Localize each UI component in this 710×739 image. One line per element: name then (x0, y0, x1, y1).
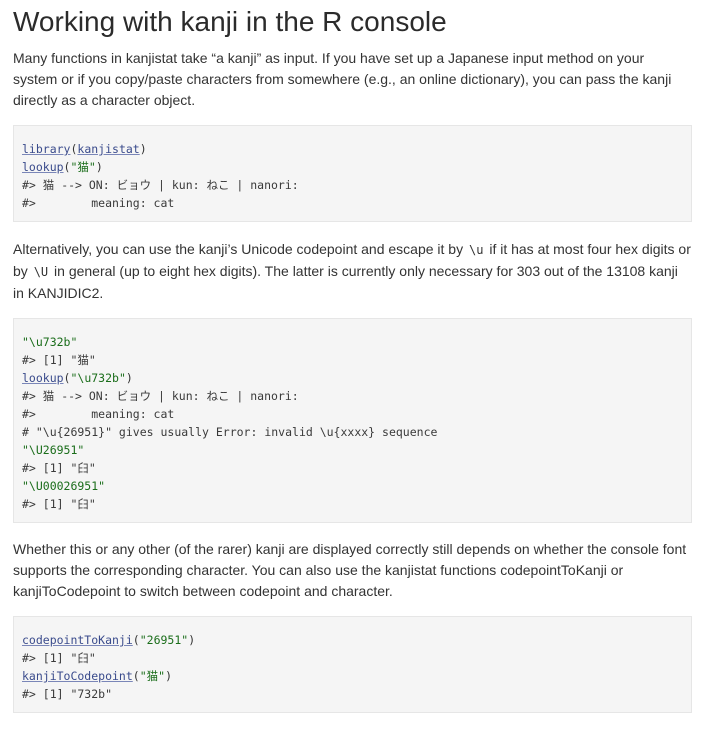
code-output-line: #> 猫 --> ON: ビョウ | kun: ねこ | nanori: (22, 389, 299, 403)
page-title: Working with kanji in the R console (13, 6, 447, 37)
paren-close: ) (95, 160, 103, 174)
paren-open: ( (132, 633, 140, 647)
string-literal: "26951" (139, 633, 189, 647)
document-page: Working with kanji in the R console Many… (0, 0, 710, 713)
code-output-line: #> [1] "猫" (22, 353, 96, 367)
code-line: codepointToKanji("26951") (22, 631, 683, 649)
code-output-line: #> [1] "𦥑" (22, 461, 96, 475)
paren-close: ) (125, 371, 133, 385)
code-line-string: "\u732b" (22, 335, 78, 349)
string-literal: "猫" (139, 669, 166, 683)
string-literal: "猫" (70, 160, 96, 174)
package-link-kanjistat[interactable]: kanjistat (77, 142, 139, 156)
code-output-line: #> meaning: cat (22, 407, 175, 421)
code-line: kanjiToCodepoint("猫") (22, 667, 683, 685)
code-output-line: #> [1] "𦥑" (22, 651, 96, 665)
paren-close: ) (188, 633, 196, 647)
function-link-lookup[interactable]: lookup (22, 371, 64, 385)
code-line-string: "\U00026951" (22, 479, 106, 493)
inline-code-uppercase-u: \U (33, 265, 49, 279)
code-line: lookup("猫") (22, 158, 683, 176)
paren-open: ( (132, 669, 140, 683)
code-line: library(kanjistat) (22, 140, 683, 158)
function-link-kanjitocodepoint[interactable]: kanjiToCodepoint (22, 669, 133, 683)
code-block-direct-kanji: library(kanjistat) lookup("猫") #> 猫 --> ON… (13, 125, 692, 222)
paren-close: ) (139, 142, 147, 156)
code-output-line: #> meaning: cat (22, 196, 175, 210)
function-link-library[interactable]: library (22, 142, 70, 156)
paren-close: ) (165, 669, 173, 683)
code-block-conversion: codepointToKanji("26951") #> [1] "𦥑" kanji… (13, 616, 692, 713)
code-block-unicode-escape: "\u732b" #> [1] "猫" lookup("\u732b") #> 猫 -… (13, 318, 692, 523)
inline-code-lowercase-u: \u (468, 243, 484, 257)
function-link-lookup[interactable]: lookup (22, 160, 64, 174)
string-literal: "\u732b" (70, 371, 126, 385)
code-output-line: #> [1] "732b" (22, 687, 113, 701)
display-paragraph: Whether this or any other (of the rarer)… (13, 541, 687, 599)
code-output-line: #> [1] "𦥑" (22, 497, 96, 511)
text-segment: Alternatively, you can use the kanji’s U… (13, 241, 467, 257)
text-segment: in general (up to eight hex digits). The… (13, 263, 678, 301)
intro-paragraph: Many functions in kanjistat take “a kanj… (13, 50, 672, 108)
function-link-codepointtokanji[interactable]: codepointToKanji (22, 633, 133, 647)
unicode-paragraph: Alternatively, you can use the kanji’s U… (13, 239, 692, 304)
code-comment-line: # "\u{26951}" gives usually Error: inval… (22, 425, 438, 439)
code-line: lookup("\u732b") (22, 369, 683, 387)
code-line-string: "\U26951" (22, 443, 85, 457)
code-output-line: #> 猫 --> ON: ビョウ | kun: ねこ | nanori: (22, 178, 299, 192)
